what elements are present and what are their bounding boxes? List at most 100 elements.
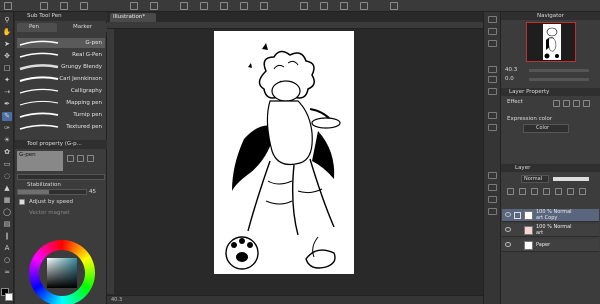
visibility-eye-icon[interactable] <box>505 212 511 217</box>
pen-tool-icon[interactable]: ✒ <box>2 100 12 109</box>
effect-border-icon[interactable] <box>553 100 560 107</box>
text-tool-icon[interactable]: A <box>2 244 12 253</box>
operation-tool-icon[interactable]: ➤ <box>2 40 12 49</box>
stabilization-slider[interactable] <box>17 189 87 195</box>
lock-icon[interactable] <box>567 188 574 195</box>
zoom-tool-icon[interactable]: ⚲ <box>2 16 12 25</box>
eyedropper-tool-icon[interactable]: ⇢ <box>2 88 12 97</box>
navigator-angle-value[interactable]: 0.0 <box>505 76 514 82</box>
undo-icon[interactable] <box>130 2 138 10</box>
brush-item-label: Grungy Blendy <box>61 64 102 70</box>
layer-search-panel-icon[interactable] <box>488 124 497 131</box>
sub-color-swatch[interactable] <box>5 293 13 301</box>
navigator-zoom-value[interactable]: 40.3 <box>505 67 517 73</box>
transform-icon[interactable] <box>260 2 268 10</box>
frame-tool-icon[interactable]: ▤ <box>2 220 12 229</box>
brush-item-g-pen[interactable]: G-pen <box>17 38 105 48</box>
tab-pen[interactable]: Pen <box>17 23 57 32</box>
tab-marker[interactable]: Marker <box>59 23 103 32</box>
decoration-tool-icon[interactable]: ✿ <box>2 148 12 157</box>
brush-tool-icon[interactable]: ✑ <box>2 124 12 133</box>
snap-grid-icon[interactable] <box>340 2 348 10</box>
ruler-tool-icon[interactable]: ∥ <box>2 232 12 241</box>
layer-item-art-copy[interactable]: 100 % Normal art Copy <box>502 209 599 222</box>
hand-tool-icon[interactable]: ✋ <box>2 28 12 37</box>
selection-tool-icon[interactable]: □ <box>2 64 12 73</box>
zoom-in-icon[interactable] <box>488 66 497 73</box>
new-icon[interactable] <box>40 2 48 10</box>
effect-extract-line-icon[interactable] <box>583 100 590 107</box>
new-layer-icon[interactable] <box>507 188 514 195</box>
rotate-icon[interactable] <box>488 88 497 95</box>
info-panel-icon[interactable] <box>488 40 497 47</box>
paste-icon[interactable] <box>240 2 248 10</box>
subtool-header: Sub Tool Pen <box>15 12 107 21</box>
open-icon[interactable] <box>60 2 68 10</box>
copy-icon[interactable] <box>220 2 228 10</box>
eraser-tool-icon[interactable]: ▭ <box>2 160 12 169</box>
layer-panel-icon[interactable] <box>488 172 497 179</box>
figure-tool-icon[interactable]: ◯ <box>2 208 12 217</box>
brush-item-grungy-blendy[interactable]: Grungy Blendy <box>17 62 105 72</box>
document-tab[interactable]: Illustration* <box>110 13 156 22</box>
redo-icon[interactable] <box>150 2 158 10</box>
new-vector-layer-icon[interactable] <box>519 188 526 195</box>
color-wheel[interactable] <box>29 240 95 304</box>
adjust-by-speed-checkbox[interactable] <box>19 199 25 205</box>
zoom-out-icon[interactable] <box>488 76 497 83</box>
navigator-angle-slider[interactable] <box>529 78 589 81</box>
save-icon[interactable] <box>80 2 88 10</box>
navigator-paper-thumbnail <box>543 24 561 60</box>
brush-density-icon[interactable] <box>77 155 84 162</box>
layer-item-paper[interactable]: Paper <box>502 239 599 252</box>
brush-item-carl-jennkinson[interactable]: Carl Jennkinson <box>17 74 105 84</box>
blend-tool-icon[interactable]: ◌ <box>2 172 12 181</box>
airbrush-tool-icon[interactable]: ☀ <box>2 136 12 145</box>
new-folder-icon[interactable] <box>531 188 538 195</box>
clear-icon[interactable] <box>180 2 188 10</box>
brush-item-mapping-pen[interactable]: Mapping pen <box>17 98 105 108</box>
layer-item-art[interactable]: 100 % Normal art <box>502 224 599 237</box>
clip-icon[interactable] <box>555 188 562 195</box>
visibility-eye-icon[interactable] <box>505 242 511 247</box>
move-layer-tool-icon[interactable]: ✥ <box>2 52 12 61</box>
navigator-panel-icon[interactable] <box>488 16 497 23</box>
fill-tool-icon[interactable]: ▲ <box>2 184 12 193</box>
blend-mode-select[interactable]: Normal <box>521 175 549 183</box>
sub-view-panel-icon[interactable] <box>488 28 497 35</box>
auto-action-panel-icon[interactable] <box>488 208 497 215</box>
history-panel-icon[interactable] <box>488 196 497 203</box>
color-saturation-square[interactable] <box>47 258 77 288</box>
effect-layer-color-icon[interactable] <box>573 100 580 107</box>
effect-tone-icon[interactable] <box>563 100 570 107</box>
snap-settings-icon[interactable] <box>360 2 368 10</box>
brush-stroke-preview <box>19 40 59 46</box>
brush-settings-icon[interactable] <box>87 155 94 162</box>
balloon-tool-icon[interactable]: ○ <box>2 256 12 265</box>
gradient-tool-icon[interactable]: ▦ <box>2 196 12 205</box>
brush-size-slider[interactable] <box>17 174 105 180</box>
correct-line-tool-icon[interactable]: ≈ <box>2 268 12 277</box>
pencil-tool-icon[interactable]: ✎ <box>2 112 12 121</box>
expression-color-select[interactable]: Color <box>523 124 569 133</box>
brush-item-real-g-pen[interactable]: Real G-Pen <box>17 50 105 60</box>
file-icon[interactable] <box>4 2 12 10</box>
brush-item-turnip-pen[interactable]: Turnip pen <box>17 110 105 120</box>
window-icon[interactable] <box>390 2 398 10</box>
snap-ruler-icon[interactable] <box>300 2 308 10</box>
canvas-paper[interactable] <box>214 31 354 274</box>
animation-panel-icon[interactable] <box>488 184 497 191</box>
layer-property-panel-icon[interactable] <box>488 112 497 119</box>
brush-item-label: Textured pen <box>66 124 102 130</box>
navigator-zoom-slider[interactable] <box>529 69 589 72</box>
opacity-slider[interactable] <box>553 177 589 181</box>
snap-special-ruler-icon[interactable] <box>320 2 328 10</box>
mask-icon[interactable] <box>543 188 550 195</box>
brush-item-calligraphy[interactable]: Calligraphy <box>17 86 105 96</box>
auto-select-tool-icon[interactable]: ✦ <box>2 76 12 85</box>
delete-layer-icon[interactable] <box>579 188 586 195</box>
brush-size-icon[interactable] <box>67 155 74 162</box>
visibility-eye-icon[interactable] <box>505 227 511 232</box>
cut-icon[interactable] <box>200 2 208 10</box>
brush-item-textured-pen[interactable]: Textured pen <box>17 122 105 130</box>
